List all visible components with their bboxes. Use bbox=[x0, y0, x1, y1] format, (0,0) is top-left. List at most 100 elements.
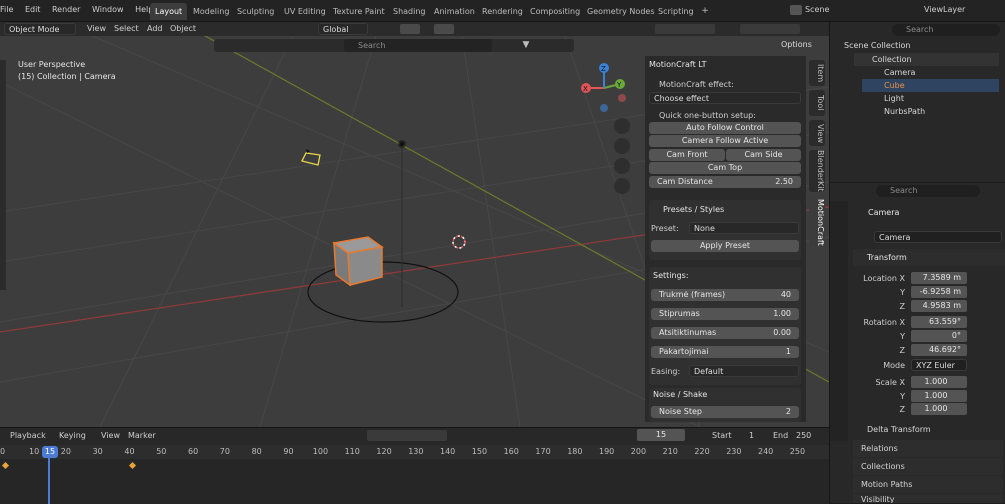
motion-paths-header[interactable]: Motion Paths bbox=[853, 476, 1003, 493]
add-workspace-icon[interactable]: + bbox=[699, 5, 711, 17]
scene-icon[interactable] bbox=[790, 5, 802, 15]
end-frame-value[interactable]: 250 bbox=[796, 431, 811, 440]
snap-icon[interactable] bbox=[400, 24, 420, 34]
tab-texture-paint[interactable]: Texture Paint bbox=[328, 3, 390, 20]
keying-menu[interactable]: Keying bbox=[59, 431, 86, 440]
tab-blenderkit[interactable]: BlenderKit bbox=[809, 150, 825, 192]
location-z-field[interactable]: 4.9583 m bbox=[911, 300, 967, 312]
scene-collection-row[interactable]: Scene Collection bbox=[844, 39, 1005, 52]
tab-view[interactable]: View bbox=[809, 120, 825, 146]
location-y-field[interactable]: -6.9258 m bbox=[911, 286, 967, 298]
cam-front-button[interactable]: Cam Front bbox=[649, 149, 725, 161]
orientation-dropdown[interactable]: Global bbox=[318, 23, 368, 35]
rotation-x-field[interactable]: 63.559° bbox=[911, 316, 967, 328]
zoom-icon[interactable] bbox=[614, 118, 630, 134]
viewport-search-input[interactable]: Search bbox=[344, 39, 492, 52]
duration-field[interactable]: Trukmė (frames) 40 bbox=[651, 289, 799, 301]
delta-transform-header[interactable]: Delta Transform bbox=[867, 425, 931, 434]
tab-compositing[interactable]: Compositing bbox=[525, 3, 585, 20]
options-dropdown[interactable]: Options bbox=[781, 40, 812, 49]
proportional-edit-icon[interactable] bbox=[434, 24, 454, 34]
rotation-y-field[interactable]: 0° bbox=[911, 330, 967, 342]
timeline-track[interactable] bbox=[0, 459, 829, 504]
rotation-z-field[interactable]: 46.692° bbox=[911, 344, 967, 356]
tab-layout[interactable]: Layout bbox=[150, 3, 188, 20]
tab-rendering[interactable]: Rendering bbox=[477, 3, 528, 20]
cam-top-button[interactable]: Cam Top bbox=[649, 162, 801, 174]
tab-modeling[interactable]: Modeling bbox=[188, 3, 234, 20]
strength-field[interactable]: Stiprumas 1.00 bbox=[651, 308, 799, 320]
shading-mode-icons[interactable] bbox=[740, 24, 800, 34]
scale-y-field[interactable]: 1.000 bbox=[911, 390, 967, 402]
menu-file[interactable]: File bbox=[0, 5, 13, 14]
scale-z-field[interactable]: 1.000 bbox=[911, 403, 967, 415]
playhead-frame-label[interactable]: 15 bbox=[42, 446, 58, 458]
location-x-field[interactable]: 7.3589 m bbox=[911, 272, 967, 284]
visibility-header[interactable]: Visibility bbox=[853, 494, 1003, 503]
auto-follow-button[interactable]: Auto Follow Control bbox=[649, 122, 801, 134]
select-menu[interactable]: Select bbox=[114, 24, 139, 33]
camera-follow-button[interactable]: Camera Follow Active bbox=[649, 135, 801, 147]
apply-preset-button[interactable]: Apply Preset bbox=[651, 240, 799, 252]
timeline-tick-label: 70 bbox=[219, 447, 230, 456]
cam-side-button[interactable]: Cam Side bbox=[726, 149, 801, 161]
scale-x-field[interactable]: 1.000 bbox=[911, 376, 967, 388]
playback-menu[interactable]: Playback bbox=[10, 431, 46, 440]
repeats-field[interactable]: Pakartojimai 1 bbox=[651, 346, 799, 358]
collection-row[interactable]: Collection bbox=[854, 53, 999, 66]
properties-search-input[interactable]: Search bbox=[876, 185, 980, 197]
playback-controls-icons[interactable] bbox=[367, 430, 447, 441]
menu-render[interactable]: Render bbox=[52, 5, 80, 14]
camera-object[interactable] bbox=[300, 147, 324, 169]
tab-uv-editing[interactable]: UV Editing bbox=[279, 3, 331, 20]
tab-item[interactable]: Item bbox=[809, 60, 825, 86]
toolbar-strip[interactable] bbox=[0, 60, 6, 290]
relations-header[interactable]: Relations bbox=[853, 440, 1003, 457]
cube-object[interactable] bbox=[328, 229, 386, 289]
tab-shading[interactable]: Shading bbox=[388, 3, 431, 20]
outliner-row-camera[interactable]: Camera bbox=[862, 66, 999, 79]
object-menu[interactable]: Object bbox=[170, 24, 196, 33]
noise-step-field[interactable]: Noise Step 2 bbox=[651, 406, 799, 418]
properties-tab-icons[interactable] bbox=[829, 204, 847, 424]
tab-motioncraft[interactable]: MotionCraft bbox=[809, 197, 825, 247]
menu-window[interactable]: Window bbox=[92, 5, 124, 14]
preset-dropdown[interactable]: None bbox=[689, 222, 799, 234]
ortho-grid-icon[interactable] bbox=[614, 178, 630, 194]
light-object-icon[interactable]: ✺ bbox=[396, 139, 408, 151]
outliner-row-nurbspath[interactable]: NurbsPath bbox=[862, 105, 999, 118]
filter-icon[interactable]: ▼ bbox=[520, 39, 532, 51]
presets-title[interactable]: Presets / Styles bbox=[663, 205, 724, 214]
outliner-row-light[interactable]: Light bbox=[862, 92, 999, 105]
transform-header[interactable]: Transform bbox=[853, 249, 1005, 266]
outliner-row-cube[interactable]: Cube bbox=[862, 79, 999, 92]
outliner-search-input[interactable]: Search bbox=[892, 24, 1000, 36]
tab-geometry-nodes[interactable]: Geometry Nodes bbox=[582, 3, 659, 20]
navigation-gizmo[interactable]: X Y Z bbox=[578, 62, 628, 114]
pan-hand-icon[interactable] bbox=[614, 138, 630, 154]
collections-header[interactable]: Collections bbox=[853, 458, 1003, 475]
view-menu[interactable]: View bbox=[87, 24, 106, 33]
tab-animation[interactable]: Animation bbox=[429, 3, 480, 20]
marker-menu[interactable]: Marker bbox=[128, 431, 156, 440]
gizmo-toggle-icons[interactable] bbox=[655, 24, 715, 34]
menu-edit[interactable]: Edit bbox=[25, 5, 41, 14]
view-layer-name[interactable]: ViewLayer bbox=[924, 5, 965, 14]
motioncraft-title[interactable]: MotionCraft LT bbox=[649, 60, 707, 69]
tab-scripting[interactable]: Scripting bbox=[653, 3, 699, 20]
cam-distance-field[interactable]: Cam Distance 2.50 bbox=[649, 176, 801, 188]
tab-tool[interactable]: Tool bbox=[809, 90, 825, 116]
current-frame-field[interactable]: 15 bbox=[637, 429, 685, 441]
effect-dropdown[interactable]: Choose effect bbox=[649, 92, 801, 104]
rotation-mode-dropdown[interactable]: XYZ Euler bbox=[911, 359, 967, 371]
scene-name[interactable]: Scene bbox=[805, 5, 829, 14]
easing-dropdown[interactable]: Default bbox=[689, 365, 799, 377]
object-mode-dropdown[interactable]: Object Mode bbox=[4, 23, 76, 35]
timeline-view-menu[interactable]: View bbox=[101, 431, 120, 440]
camera-view-icon[interactable] bbox=[614, 158, 630, 174]
object-name-field[interactable]: Camera bbox=[874, 231, 1002, 243]
tab-sculpting[interactable]: Sculpting bbox=[232, 3, 279, 20]
start-frame-value[interactable]: 1 bbox=[749, 431, 754, 440]
add-menu[interactable]: Add bbox=[147, 24, 163, 33]
randomness-field[interactable]: Atsitiktinumas 0.00 bbox=[651, 327, 799, 339]
